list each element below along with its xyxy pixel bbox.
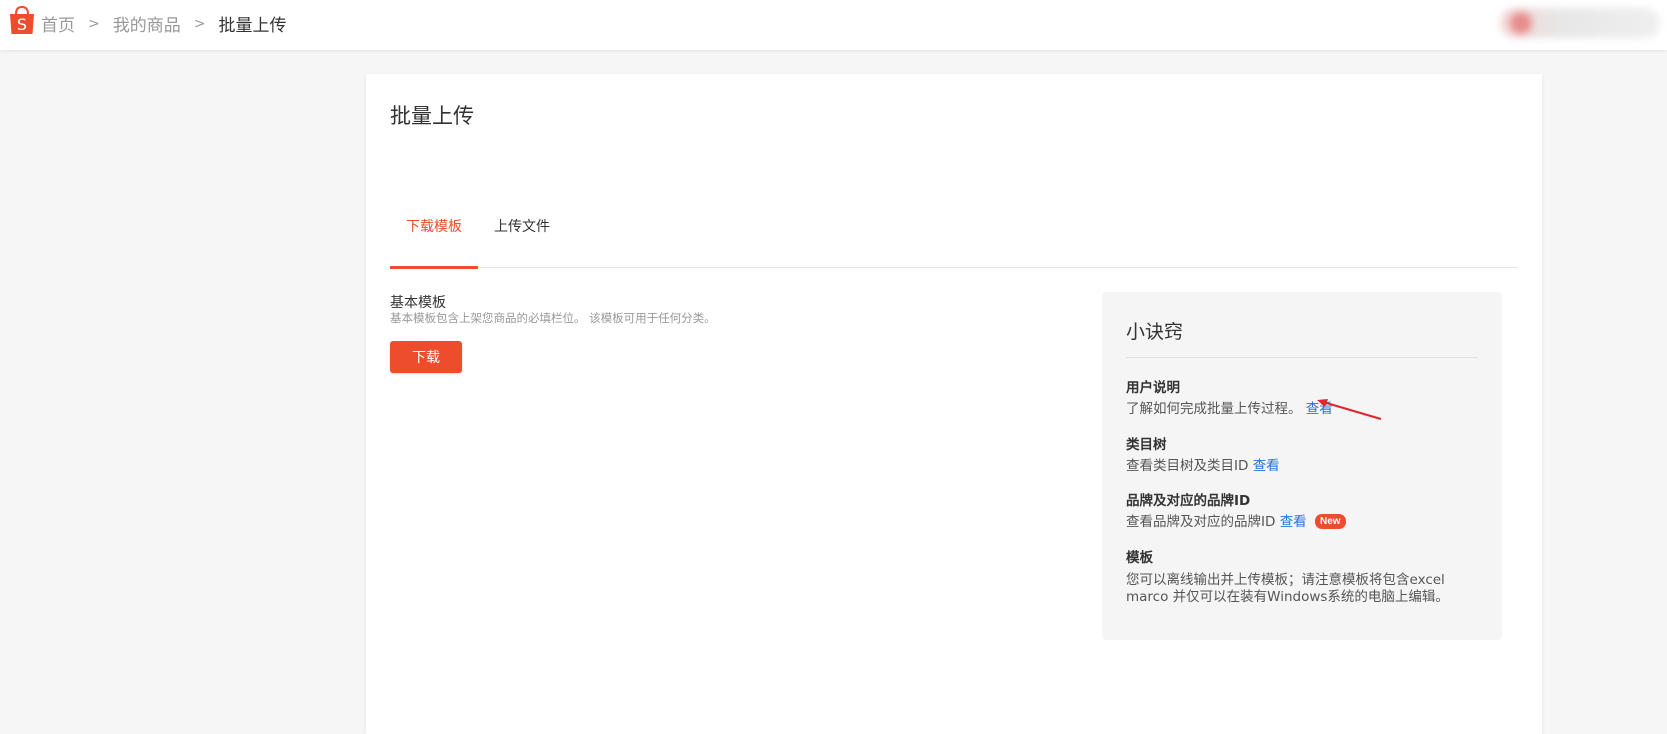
tab-download-template[interactable]: 下载模板: [390, 214, 478, 269]
breadcrumb-my-products[interactable]: 我的商品: [113, 11, 181, 36]
tip-text-category-tree: 查看类目树及类目ID 查看: [1126, 457, 1280, 475]
avatar: [1510, 12, 1532, 34]
user-account-menu[interactable]: [1500, 8, 1660, 38]
page-title: 批量上传: [390, 104, 474, 128]
tip-text: 查看类目树及类目ID: [1126, 458, 1249, 474]
download-button[interactable]: 下载: [390, 341, 462, 373]
tab-bar: 下载模板 上传文件: [390, 214, 1518, 269]
template-title: 基本模板: [390, 295, 446, 311]
view-category-tree-link[interactable]: 查看: [1253, 458, 1280, 474]
tip-heading-category-tree: 类目树: [1126, 437, 1167, 453]
tip-text: 查看品牌及对应的品牌ID: [1126, 514, 1276, 530]
tip-text-template-line2: marco 并仅可以在装有Windows系统的电脑上编辑。: [1126, 589, 1449, 605]
tip-text-template-line1: 您可以离线输出并上传模板；请注意模板将包含excel: [1126, 572, 1445, 588]
tips-title: 小诀窍: [1126, 321, 1184, 343]
logo-letter: S: [17, 15, 27, 34]
breadcrumb: 首页 > 我的商品 > 批量上传: [41, 11, 287, 37]
tips-panel: 小诀窍 用户说明 了解如何完成批量上传过程。 查看 类目树 查看类目树及类目ID…: [1102, 292, 1502, 640]
tip-heading-template: 模板: [1126, 550, 1153, 566]
new-badge: New: [1314, 514, 1346, 529]
breadcrumb-home[interactable]: 首页: [41, 11, 75, 36]
tip-text-user-guide: 了解如何完成批量上传过程。 查看: [1126, 400, 1333, 418]
annotation-arrow-icon: [1317, 399, 1382, 421]
tip-heading-user-guide: 用户说明: [1126, 380, 1180, 396]
shopee-bag-icon[interactable]: S: [9, 6, 35, 35]
tip-text-brand-id: 查看品牌及对应的品牌ID 查看 New: [1126, 513, 1346, 531]
tip-heading-brand-id: 品牌及对应的品牌ID: [1126, 493, 1251, 509]
chevron-right-icon: >: [193, 15, 206, 32]
chevron-right-icon: >: [88, 15, 100, 32]
tips-divider: [1126, 357, 1478, 358]
tip-text: 了解如何完成批量上传过程。: [1126, 401, 1302, 417]
breadcrumb-current: 批量上传: [218, 16, 287, 36]
top-bar: S 首页 > 我的商品 > 批量上传: [0, 0, 1667, 50]
tab-upload-file[interactable]: 上传文件: [478, 214, 566, 268]
template-description: 基本模板包含上架您商品的必填栏位。 该模板可用于任何分类。: [390, 311, 716, 325]
view-brand-id-link[interactable]: 查看: [1280, 514, 1307, 530]
